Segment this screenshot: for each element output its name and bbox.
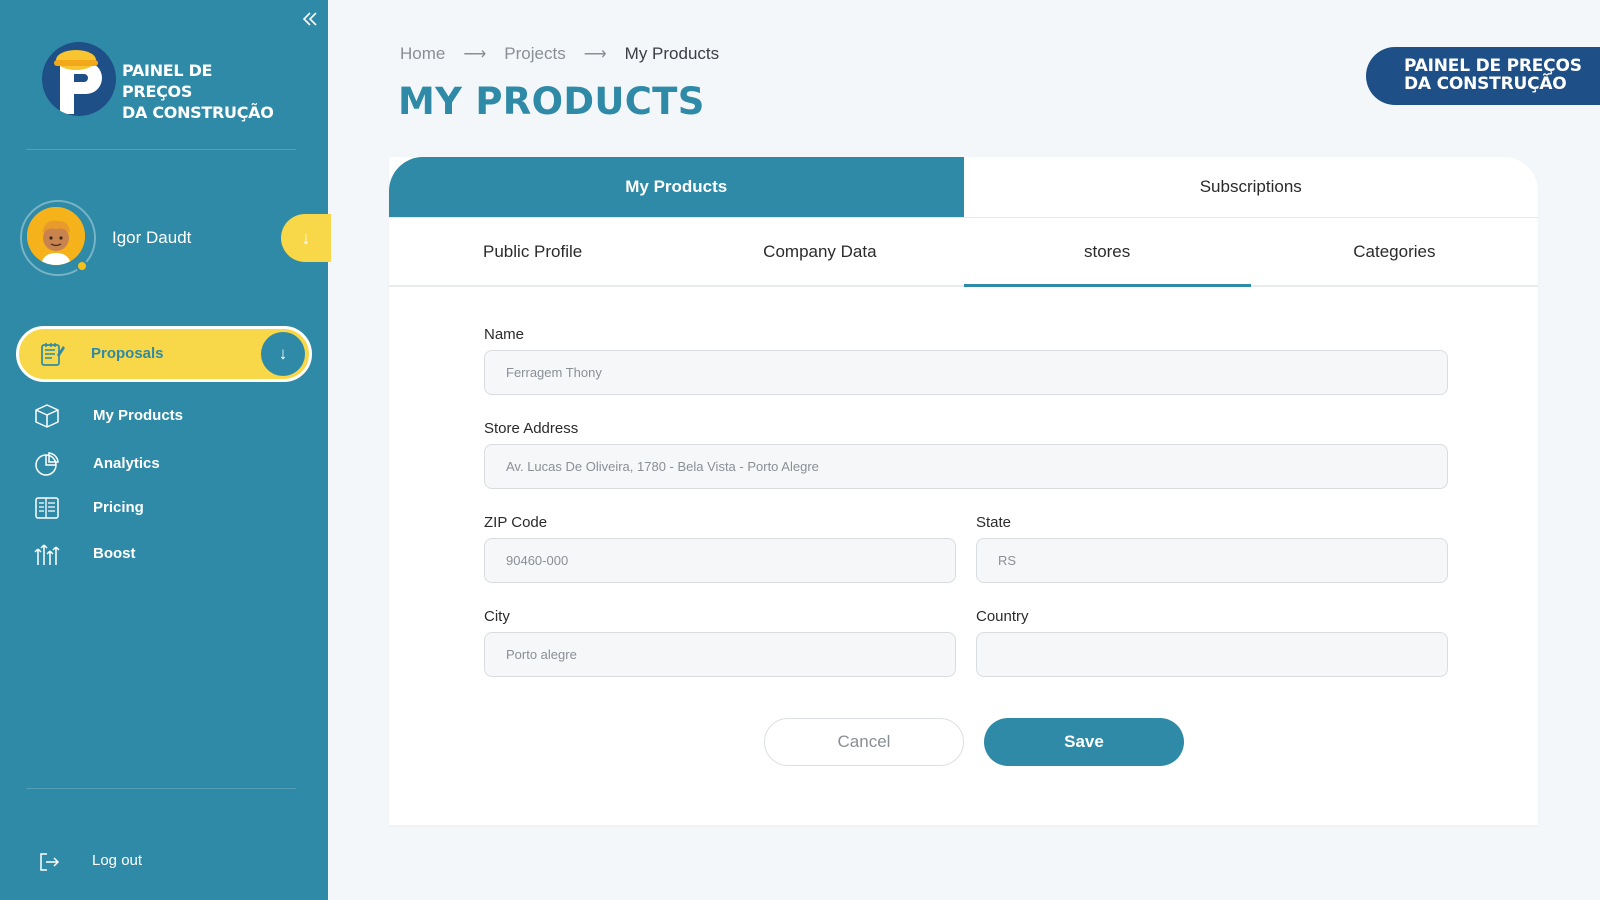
- sidebar-item-label: Analytics: [93, 455, 160, 472]
- boost-icon: [34, 541, 60, 567]
- arrow-down-icon[interactable]: ↓: [261, 332, 305, 376]
- tab-public-profile[interactable]: Public Profile: [389, 218, 676, 285]
- sidebar-item-label: Pricing: [93, 499, 144, 516]
- breadcrumb: Home ⟶ Projects ⟶ My Products: [400, 44, 719, 64]
- breadcrumb-current: My Products: [624, 44, 720, 63]
- state-label: State: [976, 514, 1012, 531]
- brand-badge: PAINEL DE PREÇOS DA CONSTRUÇÃO: [1366, 47, 1600, 105]
- city-field[interactable]: [484, 632, 956, 677]
- price-list-icon: [34, 495, 60, 521]
- sub-tabs: Public Profile Company Data stores Categ…: [389, 218, 1538, 287]
- sidebar-item-analytics[interactable]: Analytics: [34, 448, 294, 480]
- app-logo[interactable]: PAINEL DE PREÇOS DA CONSTRUÇÃO: [42, 40, 282, 123]
- logout-icon: [38, 851, 60, 873]
- badge-line-1: PAINEL DE PREÇOS: [1404, 56, 1582, 76]
- breadcrumb-projects[interactable]: Projects: [504, 44, 565, 64]
- logo-line-2: DA CONSTRUÇÃO: [122, 103, 274, 122]
- products-card: My Products Subscriptions Public Profile…: [389, 157, 1538, 825]
- zip-code-field[interactable]: [484, 538, 956, 583]
- sidebar-item-label: Boost: [93, 545, 136, 562]
- address-label: Store Address: [484, 420, 579, 437]
- tab-company-data[interactable]: Company Data: [676, 218, 963, 285]
- store-address-field[interactable]: [484, 444, 1448, 489]
- box-icon: [34, 403, 60, 429]
- sidebar-item-boost[interactable]: Boost: [34, 538, 294, 570]
- sidebar-item-proposals[interactable]: Proposals ↓: [16, 326, 312, 382]
- sidebar-item-pricing[interactable]: Pricing: [34, 492, 294, 524]
- country-label: Country: [976, 608, 1029, 625]
- user-name: Igor Daudt: [112, 228, 192, 247]
- tab-subscriptions[interactable]: Subscriptions: [963, 157, 1538, 217]
- avatar[interactable]: [27, 207, 85, 265]
- sidebar-item-label: My Products: [93, 407, 184, 424]
- tab-my-products[interactable]: My Products: [389, 157, 964, 217]
- sidebar-item-label: Proposals: [91, 345, 164, 362]
- sidebar-divider: [26, 149, 296, 150]
- tab-stores[interactable]: stores: [963, 218, 1252, 287]
- save-button[interactable]: Save: [984, 718, 1184, 766]
- arrow-down-icon[interactable]: ↓: [281, 214, 331, 262]
- sidebar-divider: [26, 788, 296, 789]
- cancel-button[interactable]: Cancel: [764, 718, 964, 766]
- city-label: City: [484, 608, 510, 625]
- user-profile: Igor Daudt ↓: [20, 200, 331, 280]
- double-chevron-left-icon[interactable]: [299, 8, 321, 30]
- logout-label: Log out: [92, 852, 143, 869]
- name-label: Name: [484, 326, 525, 343]
- main-tabs: My Products Subscriptions: [389, 157, 1538, 218]
- logo-mascot-icon: [42, 42, 116, 116]
- breadcrumb-home[interactable]: Home: [400, 44, 445, 64]
- pie-chart-icon: [34, 451, 60, 477]
- name-field[interactable]: [484, 350, 1448, 395]
- logout-button[interactable]: Log out: [38, 846, 238, 876]
- page-title: MY PRODUCTS: [398, 80, 705, 123]
- arrow-right-icon: ⟶: [583, 46, 607, 63]
- logo-line-1: PAINEL DE PREÇOS: [122, 61, 213, 101]
- tab-categories[interactable]: Categories: [1251, 218, 1538, 285]
- sidebar-item-my-products[interactable]: My Products: [34, 400, 294, 432]
- notepad-icon: [39, 341, 65, 367]
- arrow-right-icon: ⟶: [463, 46, 487, 63]
- sidebar: PAINEL DE PREÇOS DA CONSTRUÇÃO Igor Daud…: [0, 0, 331, 900]
- country-field[interactable]: [976, 632, 1448, 677]
- logo-wordmark: PAINEL DE PREÇOS DA CONSTRUÇÃO: [122, 60, 282, 123]
- zip-label: ZIP Code: [484, 514, 548, 531]
- badge-line-2: DA CONSTRUÇÃO: [1404, 74, 1567, 94]
- state-field[interactable]: [976, 538, 1448, 583]
- online-status-dot: [76, 260, 88, 272]
